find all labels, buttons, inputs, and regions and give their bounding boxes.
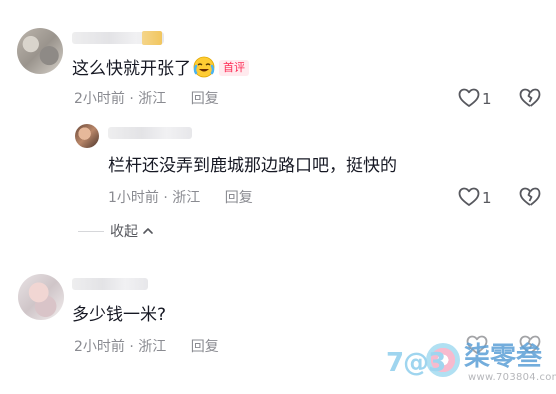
reply-like-count: 1 bbox=[482, 189, 492, 207]
watermark-url: www.703804.com bbox=[468, 372, 556, 383]
commenter-name-2-blurred[interactable] bbox=[72, 278, 148, 290]
reply-location: 浙江 bbox=[172, 190, 201, 206]
comment-meta-2: 2小时前 · 浙江 回复 bbox=[74, 338, 219, 356]
broken-heart-icon[interactable] bbox=[518, 88, 542, 108]
commenter-avatar[interactable] bbox=[17, 28, 63, 74]
comment-text-2: 多少钱一米? bbox=[72, 305, 167, 325]
comment-meta: 2小时前 · 浙江 回复 bbox=[74, 90, 219, 108]
watermark-title: 柒零叁 bbox=[464, 342, 543, 372]
watermark-logo: 7@3 bbox=[386, 348, 446, 378]
commenter-avatar-2[interactable] bbox=[18, 274, 64, 320]
reply-meta: 1小时前 · 浙江 回复 bbox=[108, 189, 253, 207]
meta-separator: · bbox=[129, 91, 134, 107]
meta-separator: · bbox=[163, 190, 168, 206]
like-button[interactable] bbox=[458, 88, 480, 112]
reply-name-blurred[interactable] bbox=[108, 127, 192, 139]
meta-separator: · bbox=[129, 339, 134, 355]
reply-to-reply-button[interactable]: 回复 bbox=[225, 190, 253, 206]
site-watermark: 7@3 柒零叁 www.703804.com bbox=[386, 338, 556, 388]
reply-like-button[interactable] bbox=[458, 187, 480, 211]
comment-time-2: 2小时前 bbox=[74, 339, 125, 355]
first-comment-badge: 首评 bbox=[219, 60, 249, 76]
like-count: 1 bbox=[482, 90, 492, 108]
collapse-divider bbox=[78, 231, 104, 232]
collapse-label: 收起 bbox=[110, 224, 138, 240]
reply-avatar[interactable] bbox=[75, 124, 99, 148]
comment-location-2: 浙江 bbox=[138, 339, 167, 355]
broken-heart-icon[interactable] bbox=[518, 187, 542, 207]
comment-time: 2小时前 bbox=[74, 91, 125, 107]
user-tag-blurred bbox=[142, 31, 162, 45]
comment-location: 浙江 bbox=[138, 91, 167, 107]
collapse-replies-button[interactable]: 收起 bbox=[78, 223, 154, 241]
dislike-button[interactable] bbox=[518, 88, 542, 112]
chevron-up-icon bbox=[143, 228, 154, 234]
crying-laughing-emoji-icon bbox=[193, 56, 215, 78]
reply-button-2[interactable]: 回复 bbox=[191, 339, 219, 355]
reply-button[interactable]: 回复 bbox=[191, 91, 219, 107]
heart-icon[interactable] bbox=[458, 187, 480, 207]
reply-time: 1小时前 bbox=[108, 190, 159, 206]
reply-dislike-button[interactable] bbox=[518, 187, 542, 211]
reply-text: 栏杆还没弄到鹿城那边路口吧，挺快的 bbox=[108, 156, 397, 176]
comment-text: 这么快就开张了 首评 bbox=[72, 56, 249, 80]
heart-icon[interactable] bbox=[458, 88, 480, 108]
